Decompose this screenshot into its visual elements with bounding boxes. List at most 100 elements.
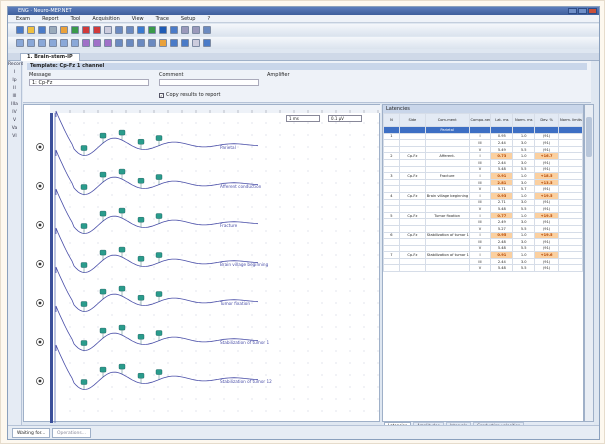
marker-icon[interactable] bbox=[192, 26, 200, 34]
window-icon[interactable] bbox=[203, 39, 211, 47]
open-icon[interactable] bbox=[27, 26, 35, 34]
side-label[interactable]: Record bbox=[8, 61, 24, 69]
tab-brain-stem[interactable]: 1. Brain-stem-IP bbox=[20, 53, 80, 61]
chart-icon[interactable] bbox=[181, 39, 189, 47]
pause-icon[interactable] bbox=[104, 26, 112, 34]
table-row[interactable]: III 2.44 3.0 (91) bbox=[383, 139, 583, 147]
trace-tool-6-icon[interactable] bbox=[71, 39, 79, 47]
trace-tool-3-icon[interactable] bbox=[38, 39, 46, 47]
comment-field[interactable] bbox=[159, 79, 259, 86]
trace-tool-4-icon[interactable] bbox=[49, 39, 57, 47]
table-row[interactable]: 4 Cp-Fz Brain village beginning I 0.93 1.0 +19… bbox=[383, 191, 583, 200]
peak-marker bbox=[118, 129, 126, 136]
cursor-icon[interactable] bbox=[159, 26, 167, 34]
layout-tool-3-icon[interactable] bbox=[137, 39, 145, 47]
menu-trace[interactable]: Trace bbox=[156, 15, 169, 22]
side-label[interactable]: I bbox=[8, 69, 21, 77]
table-row[interactable]: V 5.71 5.7 (91) bbox=[383, 185, 583, 193]
column-header[interactable]: Side bbox=[398, 113, 426, 127]
table-cell: 5.5 bbox=[512, 224, 536, 233]
trace-canvas[interactable]: Parietal Afferent conduction Fracture Brain… bbox=[24, 105, 381, 423]
table-icon[interactable] bbox=[170, 39, 178, 47]
close-button[interactable] bbox=[588, 8, 597, 14]
menu-tool[interactable]: Tool bbox=[71, 15, 81, 22]
table-row-selected[interactable]: Parietal bbox=[383, 126, 583, 134]
trace-tool-5-icon[interactable] bbox=[60, 39, 68, 47]
side-label[interactable]: VI bbox=[8, 133, 21, 141]
side-label[interactable]: III bbox=[8, 93, 21, 101]
zoom-icon[interactable] bbox=[170, 26, 178, 34]
menu-setup[interactable]: Setup bbox=[181, 15, 196, 22]
table-row[interactable]: V 5.48 5.5 (91) bbox=[383, 264, 583, 273]
trace-tool-1-icon[interactable] bbox=[16, 39, 24, 47]
table-row[interactable]: 3 Cp-Fz Fracture I 0.91 1.0 +18.5 bbox=[383, 172, 583, 180]
table-row[interactable]: 1 I 0.95 1.0 (91) bbox=[383, 132, 583, 141]
channel-field[interactable]: 1: Cp-Fz bbox=[29, 79, 149, 86]
table-cell: +19.5 bbox=[534, 211, 560, 220]
table-row[interactable]: III 2.48 3.0 (91) bbox=[383, 238, 583, 246]
sensitivity-select[interactable]: 0.1 μV bbox=[328, 115, 362, 122]
trace-icon[interactable] bbox=[115, 26, 123, 34]
table-row[interactable]: V 5.48 5.5 (91) bbox=[383, 165, 583, 174]
table-row[interactable]: III 2.81 3.0 +13.5 bbox=[383, 178, 583, 187]
menu-help[interactable]: ? bbox=[207, 15, 210, 22]
column-header[interactable]: N bbox=[383, 113, 400, 127]
trace-panel[interactable]: Parietal Afferent conduction Fracture Brain… bbox=[23, 104, 381, 423]
table-row[interactable]: III 2.44 3.0 (91) bbox=[383, 158, 583, 167]
column-header[interactable]: Com-ment bbox=[424, 113, 470, 127]
table-row[interactable]: 6 Cp-Fz Stabilization of tumor 1 I 0.95 1.0 +1… bbox=[383, 231, 583, 240]
scroll-thumb[interactable] bbox=[586, 117, 592, 157]
table-row[interactable]: III 2.44 3.0 (91) bbox=[383, 257, 583, 266]
print-icon[interactable] bbox=[49, 26, 57, 34]
column-header[interactable]: Lat. ms bbox=[490, 113, 514, 127]
side-label[interactable]: IIIa bbox=[8, 101, 21, 109]
side-label[interactable]: Ip bbox=[8, 77, 21, 85]
stop-icon[interactable] bbox=[93, 26, 101, 34]
measure-icon[interactable] bbox=[148, 26, 156, 34]
side-label[interactable]: IV bbox=[8, 109, 21, 117]
compare-icon[interactable] bbox=[203, 26, 211, 34]
column-header[interactable]: Dev. % bbox=[534, 113, 560, 127]
table-row[interactable]: III 2.49 3.0 (91) bbox=[383, 218, 583, 226]
minus-icon[interactable] bbox=[192, 39, 200, 47]
minimize-button[interactable] bbox=[568, 8, 577, 14]
scale-select[interactable]: 1 ms bbox=[286, 115, 320, 122]
column-header[interactable]: Norm. ms bbox=[512, 113, 536, 127]
highlight-icon[interactable] bbox=[159, 39, 167, 47]
maximize-button[interactable] bbox=[578, 8, 587, 14]
table-row[interactable]: 7 Cp-Fz Stabilization of tumor 12 I 0.91 1.0 +… bbox=[383, 251, 583, 259]
waveform-tool-3-icon[interactable] bbox=[104, 39, 112, 47]
trace-tool-2-icon[interactable] bbox=[27, 39, 35, 47]
table-row[interactable]: 2 Cp-Fz Afferent. I 0.73 1.0 +16.7 bbox=[383, 152, 583, 160]
table-row[interactable]: III 2.71 3.0 (91) bbox=[383, 198, 583, 207]
column-header[interactable]: Norm. limits bbox=[558, 113, 583, 127]
filter-icon[interactable] bbox=[137, 26, 145, 34]
side-label[interactable]: Va bbox=[8, 125, 21, 133]
layout-tool-2-icon[interactable] bbox=[126, 39, 134, 47]
menu-report[interactable]: Report bbox=[42, 15, 59, 22]
table-row[interactable]: V 5.48 5.5 (91) bbox=[383, 244, 583, 253]
layout-tool-4-icon[interactable] bbox=[148, 39, 156, 47]
side-label[interactable]: V bbox=[8, 117, 21, 125]
menu-exam[interactable]: Exam bbox=[16, 15, 30, 22]
table-row[interactable]: V 5.48 5.5 (91) bbox=[383, 205, 583, 213]
waveform-tool-1-icon[interactable] bbox=[82, 39, 90, 47]
grid-icon[interactable] bbox=[181, 26, 189, 34]
layout-tool-1-icon[interactable] bbox=[115, 39, 123, 47]
menu-acquisition[interactable]: Acquisition bbox=[92, 15, 119, 22]
menu-view[interactable]: View bbox=[132, 15, 144, 22]
average-icon[interactable] bbox=[126, 26, 134, 34]
table-row[interactable]: V 5.27 5.5 (91) bbox=[383, 224, 583, 233]
table-row[interactable]: 5 Cp-Fz Tumor fixation I 0.77 1.0 +19.5 bbox=[383, 211, 583, 220]
table-row[interactable]: V 5.49 5.5 (91) bbox=[383, 145, 583, 154]
play-icon[interactable] bbox=[71, 26, 79, 34]
waveform-tool-2-icon[interactable] bbox=[93, 39, 101, 47]
copy-results-checkbox[interactable]: ✓ bbox=[159, 92, 164, 98]
table-scrollbar[interactable] bbox=[584, 104, 594, 422]
report-icon[interactable] bbox=[60, 26, 68, 34]
column-header[interactable]: Compo-nent bbox=[468, 113, 492, 127]
record-icon[interactable] bbox=[82, 26, 90, 34]
save-icon[interactable] bbox=[38, 26, 46, 34]
side-label[interactable]: II bbox=[8, 85, 21, 93]
new-exam-icon[interactable] bbox=[16, 26, 24, 34]
